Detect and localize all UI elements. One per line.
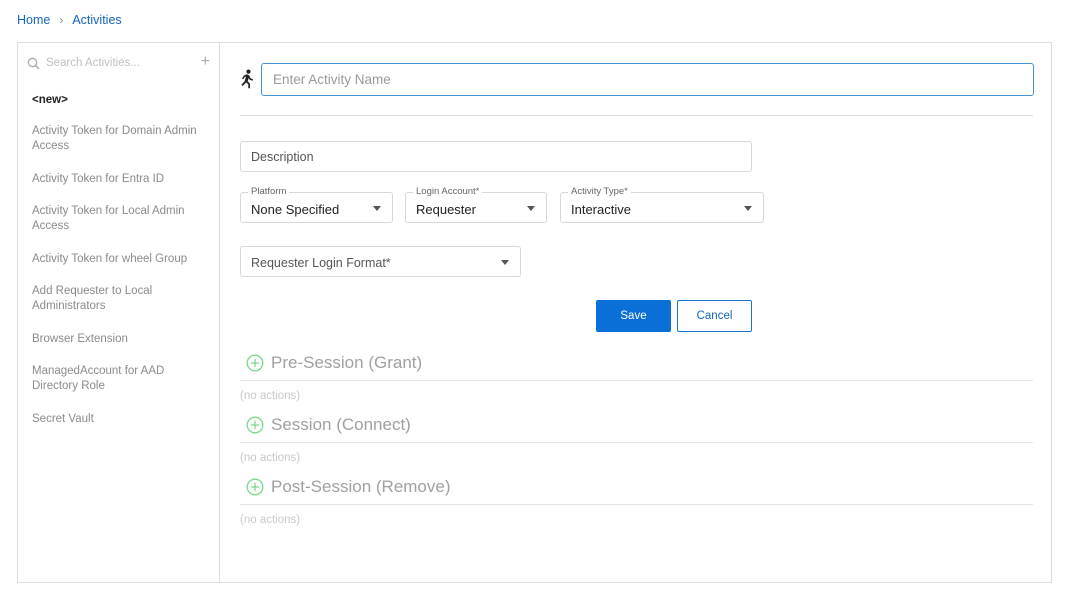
add-circle-icon[interactable] xyxy=(246,354,264,372)
activity-name-input[interactable] xyxy=(261,63,1034,96)
activity-type-label: Activity Type* xyxy=(568,186,631,198)
chevron-down-icon xyxy=(744,206,752,211)
activities-panel: + <new> Activity Token for Domain Admin … xyxy=(17,42,1052,583)
activity-type-value: Interactive xyxy=(571,202,631,217)
login-account-label: Login Account* xyxy=(413,186,483,198)
breadcrumb-home-link[interactable]: Home xyxy=(17,13,50,27)
section-title: Pre-Session (Grant) xyxy=(271,353,423,372)
platform-select[interactable]: Platform None Specified xyxy=(240,186,393,223)
add-circle-icon[interactable] xyxy=(246,478,264,496)
section-divider xyxy=(240,504,1033,505)
empty-actions-text: (no actions) xyxy=(240,390,301,402)
empty-actions-text: (no actions) xyxy=(240,514,301,526)
sidebar-search: + xyxy=(27,53,210,73)
chevron-down-icon xyxy=(527,206,535,211)
chevron-down-icon xyxy=(373,206,381,211)
sidebar-item-managed-account[interactable]: ManagedAccount for AAD Directory Role xyxy=(32,364,207,394)
requester-login-format-placeholder: Requester Login Format* xyxy=(251,256,391,270)
empty-actions-text: (no actions) xyxy=(240,452,301,464)
section-divider xyxy=(240,380,1033,381)
post-session-section: Post-Session (Remove) (no actions) xyxy=(240,475,1033,526)
header-divider xyxy=(240,115,1033,116)
sidebar-item-local-admin[interactable]: Activity Token for Local Admin Access xyxy=(32,204,207,234)
section-title: Post-Session (Remove) xyxy=(271,477,451,496)
sidebar-item-new[interactable]: <new> xyxy=(32,93,207,108)
add-circle-icon[interactable] xyxy=(246,416,264,434)
description-field[interactable] xyxy=(240,141,752,172)
login-account-select[interactable]: Login Account* Requester xyxy=(405,186,547,223)
add-activity-icon[interactable]: + xyxy=(201,53,210,71)
login-account-value: Requester xyxy=(416,202,476,217)
sidebar-item-domain-admin[interactable]: Activity Token for Domain Admin Access xyxy=(32,124,207,154)
save-button[interactable]: Save xyxy=(596,300,671,332)
requester-login-format-select[interactable]: Requester Login Format* xyxy=(240,246,521,277)
cancel-button[interactable]: Cancel xyxy=(677,300,752,332)
section-divider xyxy=(240,442,1033,443)
sidebar-item-entra-id[interactable]: Activity Token for Entra ID xyxy=(32,172,207,187)
breadcrumb-activities-link[interactable]: Activities xyxy=(72,13,121,27)
platform-label: Platform xyxy=(248,186,290,198)
chevron-down-icon xyxy=(501,260,509,265)
pre-session-section: Pre-Session (Grant) (no actions) xyxy=(240,351,1033,402)
breadcrumb-separator: › xyxy=(59,13,64,27)
activity-editor: Platform None Specified Login Account* R… xyxy=(220,43,1051,582)
section-title: Session (Connect) xyxy=(271,415,411,434)
breadcrumb: Home › Activities xyxy=(17,13,122,27)
activities-sidebar: + <new> Activity Token for Domain Admin … xyxy=(18,43,220,582)
running-person-icon xyxy=(241,69,253,89)
search-icon xyxy=(27,57,40,69)
sidebar-item-add-requester[interactable]: Add Requester to Local Administrators xyxy=(32,284,207,314)
sidebar-item-wheel-group[interactable]: Activity Token for wheel Group xyxy=(32,252,207,267)
platform-value: None Specified xyxy=(251,202,340,217)
activity-type-select[interactable]: Activity Type* Interactive xyxy=(560,186,764,223)
sidebar-item-secret-vault[interactable]: Secret Vault xyxy=(32,412,207,427)
session-section: Session (Connect) (no actions) xyxy=(240,413,1033,464)
search-input[interactable] xyxy=(46,57,186,69)
sidebar-item-browser-extension[interactable]: Browser Extension xyxy=(32,332,207,347)
